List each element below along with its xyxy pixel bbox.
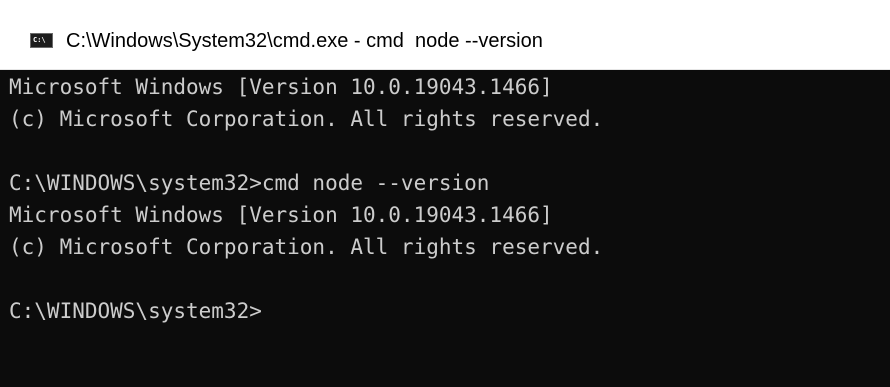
cmd-icon[interactable]: C:\ bbox=[30, 33, 53, 48]
cmd-icon-label: C:\ bbox=[33, 36, 46, 44]
console-line-2: (c) Microsoft Corporation. All rights re… bbox=[9, 107, 604, 131]
console-output[interactable]: Microsoft Windows [Version 10.0.19043.14… bbox=[0, 70, 890, 387]
console-prompt-line: C:\WINDOWS\system32> bbox=[9, 299, 262, 323]
console-line-5: Microsoft Windows [Version 10.0.19043.14… bbox=[9, 203, 553, 227]
console-line-6: (c) Microsoft Corporation. All rights re… bbox=[9, 235, 604, 259]
cmd-window: C:\ C:\Windows\System32\cmd.exe - cmd no… bbox=[0, 0, 890, 387]
window-title: C:\Windows\System32\cmd.exe - cmd node -… bbox=[66, 30, 543, 52]
title-bar[interactable]: C:\ C:\Windows\System32\cmd.exe - cmd no… bbox=[0, 0, 890, 70]
console-line-4: C:\WINDOWS\system32>cmd node --version bbox=[9, 171, 490, 195]
console-line-1: Microsoft Windows [Version 10.0.19043.14… bbox=[9, 75, 553, 99]
